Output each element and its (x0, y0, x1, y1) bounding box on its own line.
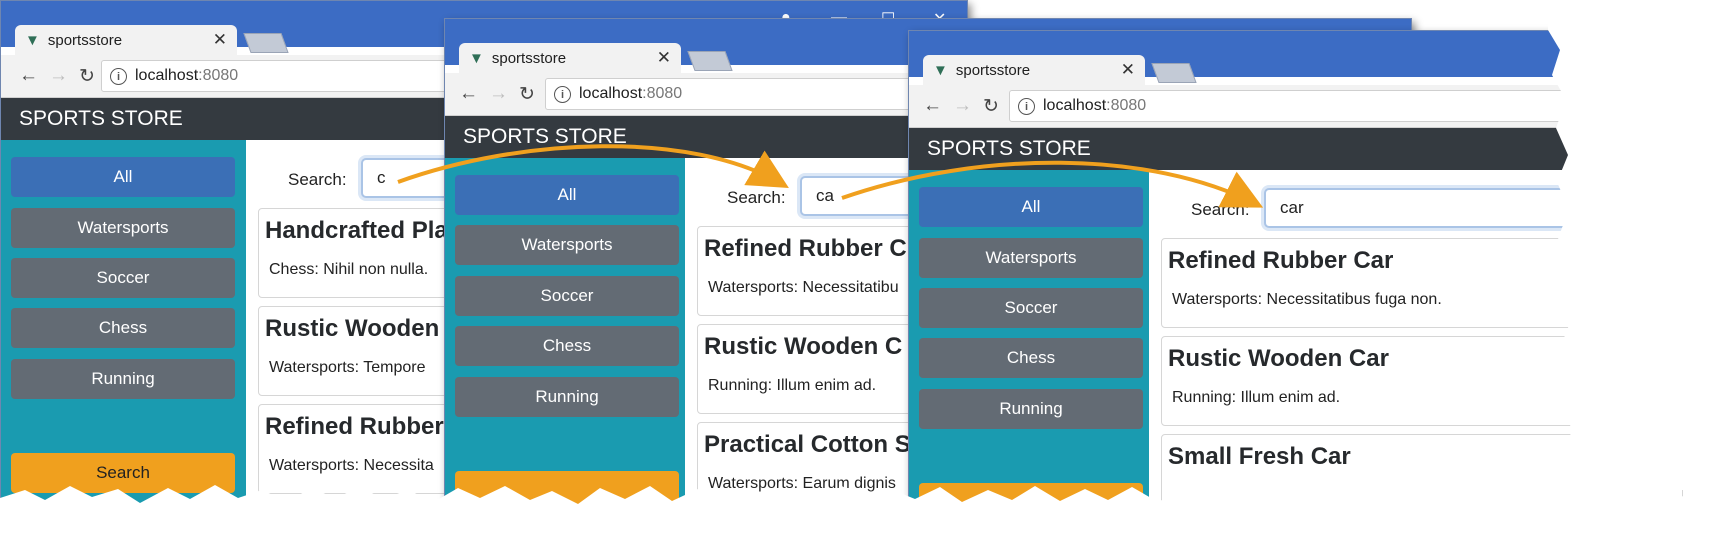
url-port: :8080 (1106, 97, 1147, 114)
category-sidebar: All Watersports Soccer Chess Running (909, 170, 1149, 536)
back-icon[interactable]: ← (19, 65, 38, 87)
search-label: Search: (727, 188, 786, 207)
product-name: Small Fresh Car (1168, 443, 1351, 470)
store-title: SPORTS STORE (463, 125, 627, 148)
url-host: localhost (579, 85, 643, 102)
vue-logo-icon: ▼ (933, 61, 948, 79)
new-tab-button[interactable] (687, 51, 733, 71)
category-button-all[interactable]: All (455, 175, 679, 215)
category-button-watersports[interactable]: Watersports (455, 225, 679, 265)
new-tab-button[interactable] (1151, 63, 1197, 83)
category-button-soccer[interactable]: Soccer (11, 258, 235, 298)
forward-icon[interactable]: → (489, 83, 508, 105)
product-card: Rustic Wooden Car Running: Illum enim ad… (1161, 336, 1683, 426)
category-button-watersports[interactable]: Watersports (919, 238, 1143, 278)
product-name: Handcrafted Pla (265, 217, 448, 244)
category-button-running[interactable]: Running (455, 377, 679, 417)
reload-icon[interactable]: ↻ (983, 95, 999, 118)
product-list-area: Search: Refined Rubber Car Watersports: … (1149, 170, 1719, 536)
search-button[interactable]: Search (11, 453, 235, 493)
product-description: Watersports: Necessitatibus fuga non. (1172, 291, 1442, 308)
new-tab-button[interactable] (243, 33, 289, 53)
url-port: :8080 (198, 67, 239, 84)
tab-title: sportsstore (955, 61, 1031, 79)
category-button-running[interactable]: Running (919, 389, 1143, 429)
category-button-all[interactable]: All (919, 187, 1143, 227)
search-label: Search: (288, 170, 347, 189)
tab-title: sportsstore (491, 49, 567, 67)
forward-icon[interactable]: → (49, 65, 68, 87)
search-input[interactable] (1264, 188, 1594, 228)
product-description: Running: Illum enim ad. (708, 377, 877, 394)
tab-title: sportsstore (47, 31, 123, 49)
tab-close-icon[interactable]: ✕ (1121, 60, 1135, 80)
forward-icon[interactable]: → (953, 95, 972, 117)
category-button-chess[interactable]: Chess (11, 308, 235, 348)
browser-window-3: ▼ sportsstore ✕ ← → ↻ i localhost:8080 S… (908, 30, 1720, 537)
reload-icon[interactable]: ↻ (79, 65, 95, 88)
product-description: Watersports: Tempore (269, 359, 426, 376)
product-name: Rustic Wooden C (704, 333, 903, 360)
product-description: Running: Illum enim ad. (1172, 389, 1341, 406)
product-description: Watersports: Earum dignis (708, 475, 896, 492)
back-icon[interactable]: ← (459, 83, 478, 105)
product-name: Rustic Wooden (265, 315, 440, 342)
product-name: Refined Rubber (265, 413, 444, 440)
product-card: Refined Rubber Car Watersports: Necessit… (1161, 238, 1683, 328)
product-description: Chess: Nihil non nulla. (269, 261, 429, 278)
product-card: Small Fresh Car (1161, 434, 1683, 524)
browser-tab[interactable]: ▼ sportsstore ✕ (923, 55, 1145, 85)
category-button-watersports[interactable]: Watersports (11, 208, 235, 248)
url-host: localhost (1043, 97, 1107, 114)
browser-tab[interactable]: ▼ sportsstore ✕ (459, 43, 681, 73)
product-name: Refined Rubber Car (1168, 247, 1394, 274)
category-button-soccer[interactable]: Soccer (455, 276, 679, 316)
back-icon[interactable]: ← (923, 95, 942, 117)
store-header: SPORTS STORE (909, 128, 1719, 170)
store-title: SPORTS STORE (19, 107, 183, 130)
product-name: Practical Cotton S (704, 431, 911, 458)
tab-close-icon[interactable]: ✕ (657, 48, 671, 68)
product-description: Watersports: Necessitatibu (708, 279, 899, 296)
browser-tab[interactable]: ▼ sportsstore ✕ (15, 25, 237, 55)
url-port: :8080 (642, 85, 683, 102)
tab-close-icon[interactable]: ✕ (213, 30, 227, 50)
info-icon[interactable]: i (1018, 97, 1035, 115)
category-sidebar: All Watersports Soccer Chess Running (445, 158, 685, 534)
search-button[interactable] (919, 483, 1143, 523)
browser-toolbar: ← → ↻ i localhost:8080 (909, 85, 1719, 128)
store-title: SPORTS STORE (927, 137, 1091, 160)
category-sidebar: All Watersports Soccer Chess Running Sea… (1, 140, 246, 541)
product-name: Refined Rubber C (704, 235, 907, 262)
category-button-running[interactable]: Running (11, 359, 235, 399)
url-host: localhost (135, 67, 199, 84)
vue-logo-icon: ▼ (25, 31, 40, 49)
category-button-soccer[interactable]: Soccer (919, 288, 1143, 328)
product-description: Watersports: Necessita (269, 457, 434, 474)
search-button[interactable] (455, 471, 679, 511)
category-button-all[interactable]: All (11, 157, 235, 197)
vue-logo-icon: ▼ (469, 49, 484, 67)
info-icon[interactable]: i (554, 85, 571, 103)
search-label: Search: (1191, 200, 1250, 219)
category-button-chess[interactable]: Chess (919, 338, 1143, 378)
address-bar[interactable]: i localhost:8080 (1009, 90, 1711, 122)
reload-icon[interactable]: ↻ (519, 83, 535, 106)
info-icon[interactable]: i (110, 67, 127, 85)
product-name: Rustic Wooden Car (1168, 345, 1389, 372)
category-button-chess[interactable]: Chess (455, 326, 679, 366)
